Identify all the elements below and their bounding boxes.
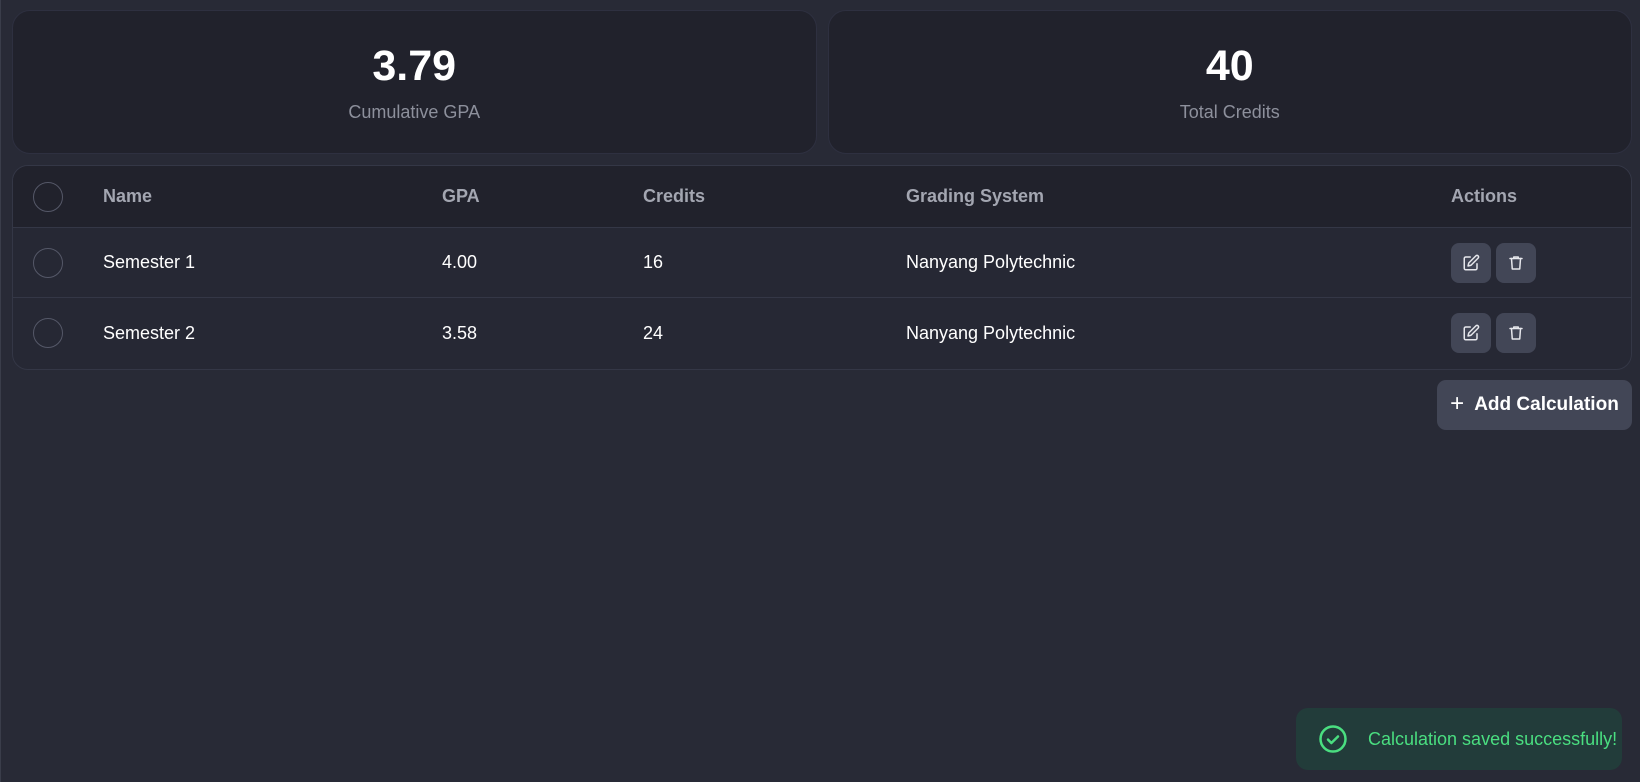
edit-icon <box>1463 324 1480 341</box>
total-credits-label: Total Credits <box>1179 102 1280 122</box>
row-gpa: 3.58 <box>442 322 478 343</box>
table-row: Semester 2 3.58 24 Nanyang Polytechnic <box>13 298 1631 368</box>
edit-button[interactable] <box>1451 313 1491 353</box>
add-calculation-label: Add Calculation <box>1474 394 1619 415</box>
select-all-checkbox[interactable] <box>33 181 63 212</box>
row-actions <box>1451 298 1536 368</box>
header-credits[interactable]: Credits <box>643 166 705 227</box>
trash-icon <box>1509 326 1523 340</box>
row-gpa: 4.00 <box>442 252 478 272</box>
cumulative-gpa-value: 3.79 <box>372 42 457 90</box>
row-credits: 24 <box>643 322 664 343</box>
toast-message: Calculation saved successfully! <box>1368 728 1618 749</box>
delete-button[interactable] <box>1496 313 1536 353</box>
plus-icon: + <box>1450 390 1465 417</box>
header-grading-system[interactable]: Grading System <box>906 166 1044 227</box>
check-circle-icon <box>1319 725 1347 753</box>
edit-icon <box>1463 254 1480 270</box>
row-select-cell <box>33 298 63 368</box>
table-header: Name GPA Credits Grading System Actions <box>13 166 1631 228</box>
row-checkbox[interactable] <box>33 247 63 278</box>
row-select-cell <box>33 228 63 297</box>
success-toast: Calculation saved successfully! <box>1296 708 1622 770</box>
header-name[interactable]: Name <box>103 166 152 227</box>
row-actions <box>1451 228 1536 297</box>
trash-icon <box>1509 255 1523 270</box>
summary-stats: 3.79 Cumulative GPA 40 Total Credits <box>12 10 1632 154</box>
delete-button[interactable] <box>1496 242 1536 283</box>
total-credits-card: 40 Total Credits <box>827 10 1632 154</box>
table-row: Semester 1 4.00 16 Nanyang Polytechnic <box>13 228 1631 298</box>
header-gpa[interactable]: GPA <box>442 166 480 227</box>
row-grading-system: Nanyang Polytechnic <box>906 252 1076 272</box>
row-grading-system: Nanyang Polytechnic <box>906 322 1076 343</box>
row-name: Semester 2 <box>103 322 196 343</box>
row-name: Semester 1 <box>103 252 196 272</box>
row-checkbox[interactable] <box>33 318 63 348</box>
cumulative-gpa-label: Cumulative GPA <box>348 102 481 122</box>
calculations-table: Name GPA Credits Grading System Actions … <box>12 165 1632 370</box>
edit-button[interactable] <box>1451 242 1491 283</box>
row-credits: 16 <box>643 252 664 272</box>
select-all-cell <box>33 166 63 227</box>
cumulative-gpa-card: 3.79 Cumulative GPA <box>12 10 817 154</box>
add-calculation-button[interactable]: + Add Calculation <box>1437 380 1632 430</box>
total-credits-value: 40 <box>1205 42 1254 90</box>
header-actions: Actions <box>1451 186 1518 206</box>
